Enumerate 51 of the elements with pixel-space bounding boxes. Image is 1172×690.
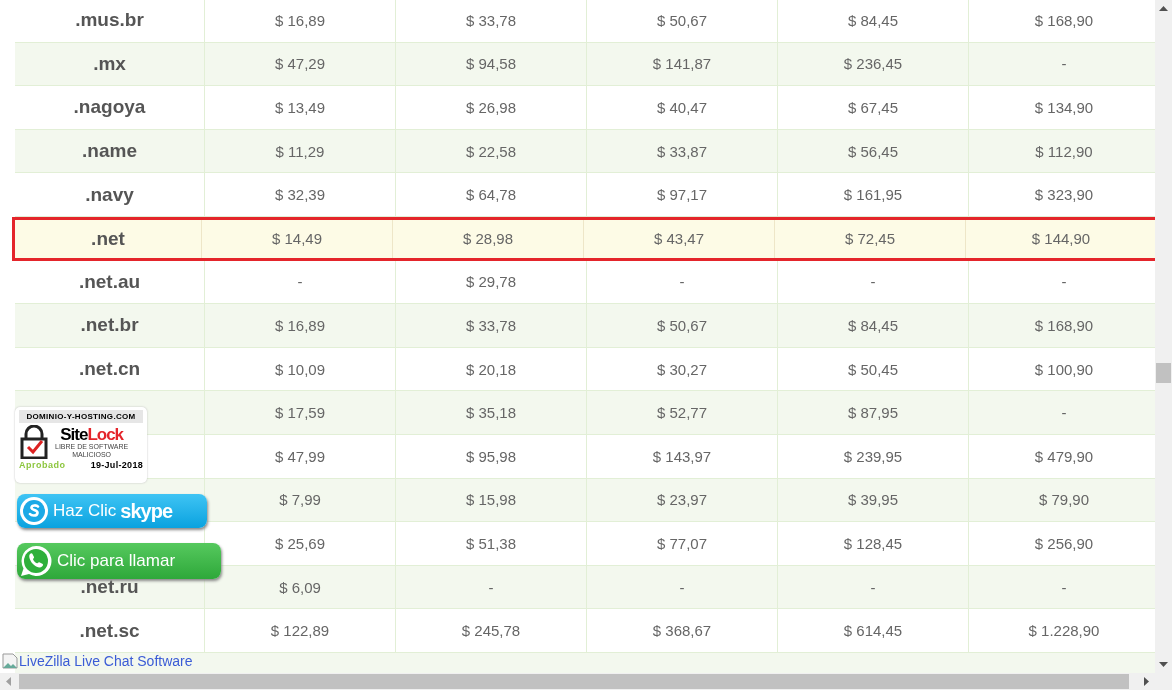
domain-cell: .navy (15, 173, 205, 217)
price-cell: $ 97,17 (587, 173, 778, 217)
price-cell: $ 87,95 (778, 391, 969, 435)
price-cell: $ 77,07 (587, 522, 778, 566)
price-cell: $ 122,89 (205, 609, 396, 653)
price-cell: $ 368,67 (587, 609, 778, 653)
price-cell: $ 50,67 (587, 0, 778, 43)
price-cell: $ 143,97 (587, 434, 778, 479)
domain-cell: .nagoya (15, 86, 205, 130)
sitelock-logo: SiteLock (60, 425, 124, 443)
phone-icon (19, 544, 53, 578)
price-cell: $ 239,95 (778, 434, 969, 479)
scrollbar-thumb[interactable] (19, 674, 1129, 689)
price-cell: $ 40,47 (587, 86, 778, 130)
price-cell: $ 52,77 (587, 391, 778, 435)
price-cell: $ 51,38 (396, 522, 587, 566)
price-cell: $ 614,45 (778, 609, 969, 653)
price-cell: $ 33,78 (396, 304, 587, 348)
price-cell: $ 50,67 (587, 304, 778, 348)
price-cell: $ 84,45 (778, 0, 969, 43)
price-cell: $ 28,98 (393, 219, 584, 258)
badge-site: DOMINIO-Y-HOSTING.COM (19, 410, 143, 423)
domain-cell: .net.sc (15, 609, 205, 653)
price-cell: $ 95,98 (396, 434, 587, 479)
badge-date: 19-Jul-2018 (90, 460, 143, 470)
price-cell: $ 161,95 (778, 173, 969, 217)
price-cell: $ 245,78 (396, 609, 587, 653)
price-cell: $ 47,99 (205, 434, 396, 479)
scrollbar-thumb[interactable] (1156, 363, 1171, 383)
price-cell: $ 35,18 (396, 391, 587, 435)
price-cell: $ 16,89 (205, 304, 396, 348)
domain-cell: .net (15, 219, 202, 258)
price-cell: $ 33,78 (396, 0, 587, 43)
skype-icon (19, 496, 49, 526)
price-cell: $ 84,45 (778, 304, 969, 348)
price-cell: $ 43,47 (584, 219, 775, 258)
price-cell: $ 72,45 (775, 219, 966, 258)
badge-status: Aprobado (19, 460, 66, 470)
livezilla-link[interactable]: LiveZilla Live Chat Software (19, 653, 193, 669)
domain-cell: .mus.br (15, 0, 205, 43)
price-cell: $ 16,89 (205, 0, 396, 43)
price-cell: $ 64,78 (396, 173, 587, 217)
price-cell: $ 13,49 (205, 86, 396, 130)
price-cell: $ 26,98 (396, 86, 587, 130)
price-cell: $ 14,49 (202, 219, 393, 258)
domain-cell: .net.br (15, 304, 205, 348)
price-cell: $ 128,45 (778, 522, 969, 566)
price-cell: $ 17,59 (205, 391, 396, 435)
padlock-icon (19, 425, 49, 459)
price-cell: $ 67,45 (778, 86, 969, 130)
price-cell: $ 32,39 (205, 173, 396, 217)
